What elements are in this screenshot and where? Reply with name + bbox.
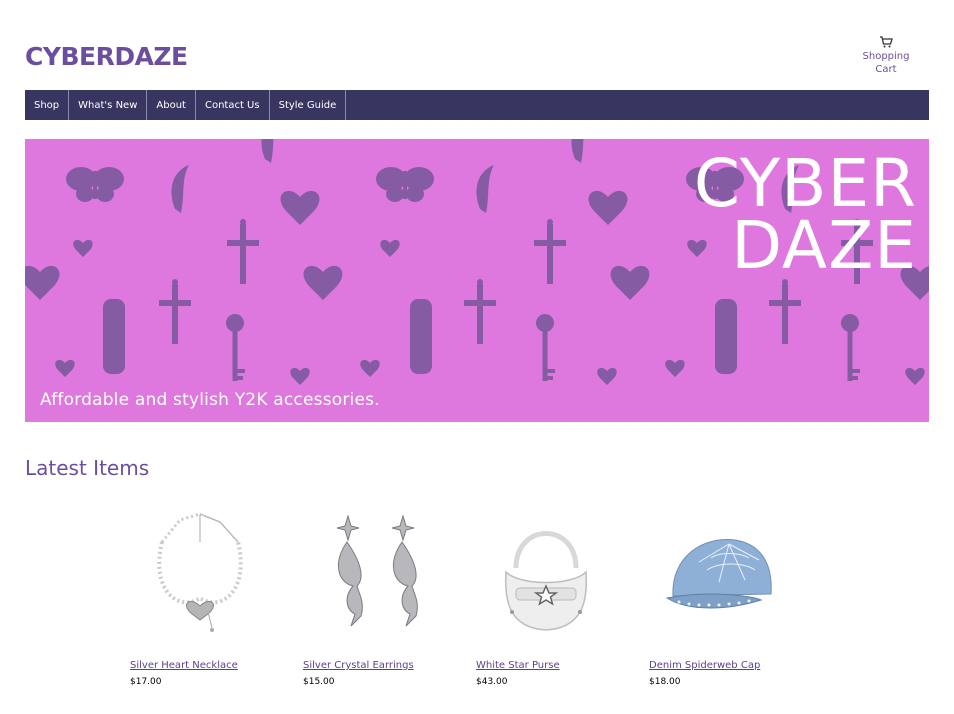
shopping-cart-icon (880, 36, 893, 48)
product-image-necklace[interactable] (130, 502, 270, 642)
product-card: Silver Heart Necklace $17.00 (130, 502, 270, 687)
product-image-cap[interactable] (649, 502, 789, 642)
product-card: Denim Spiderweb Cap $18.00 (649, 502, 789, 687)
latest-items-heading: Latest Items (25, 455, 150, 480)
hero-title-line2: DAZE (731, 207, 917, 284)
product-name-link[interactable]: Silver Heart Necklace (130, 660, 270, 671)
nav-item-shop[interactable]: Shop (25, 90, 70, 120)
hero-title-line1: CYBER (693, 145, 917, 222)
nav-item-about[interactable]: About (147, 90, 196, 120)
cart-label-line2: Cart (875, 64, 897, 75)
cart-label-line1: Shopping (862, 51, 910, 62)
product-price: $17.00 (130, 677, 162, 687)
product-name-link[interactable]: Denim Spiderweb Cap (649, 660, 789, 671)
product-price: $15.00 (303, 677, 335, 687)
product-image-earrings[interactable] (303, 502, 443, 642)
product-price: $18.00 (649, 677, 681, 687)
nav-item-whats-new[interactable]: What's New (69, 90, 148, 120)
nav-item-style-guide[interactable]: Style Guide (270, 90, 347, 120)
product-image-purse[interactable] (476, 502, 616, 642)
product-name-link[interactable]: White Star Purse (476, 660, 616, 671)
hero-banner: CYBER DAZE Affordable and stylish Y2K ac… (25, 139, 929, 422)
product-name-link[interactable]: Silver Crystal Earrings (303, 660, 443, 671)
site-logo[interactable]: CYBERDAZE (25, 42, 188, 71)
hero-tagline: Affordable and stylish Y2K accessories. (40, 390, 380, 410)
main-nav: Shop What's New About Contact Us Style G… (25, 90, 929, 120)
shopping-cart-link[interactable]: Shopping Cart (856, 36, 916, 76)
product-card: Silver Crystal Earrings $15.00 (303, 502, 443, 687)
hero-title: CYBER DAZE (693, 145, 917, 284)
nav-item-contact-us[interactable]: Contact Us (196, 90, 270, 120)
product-price: $43.00 (476, 677, 508, 687)
product-card: White Star Purse $43.00 (476, 502, 616, 687)
